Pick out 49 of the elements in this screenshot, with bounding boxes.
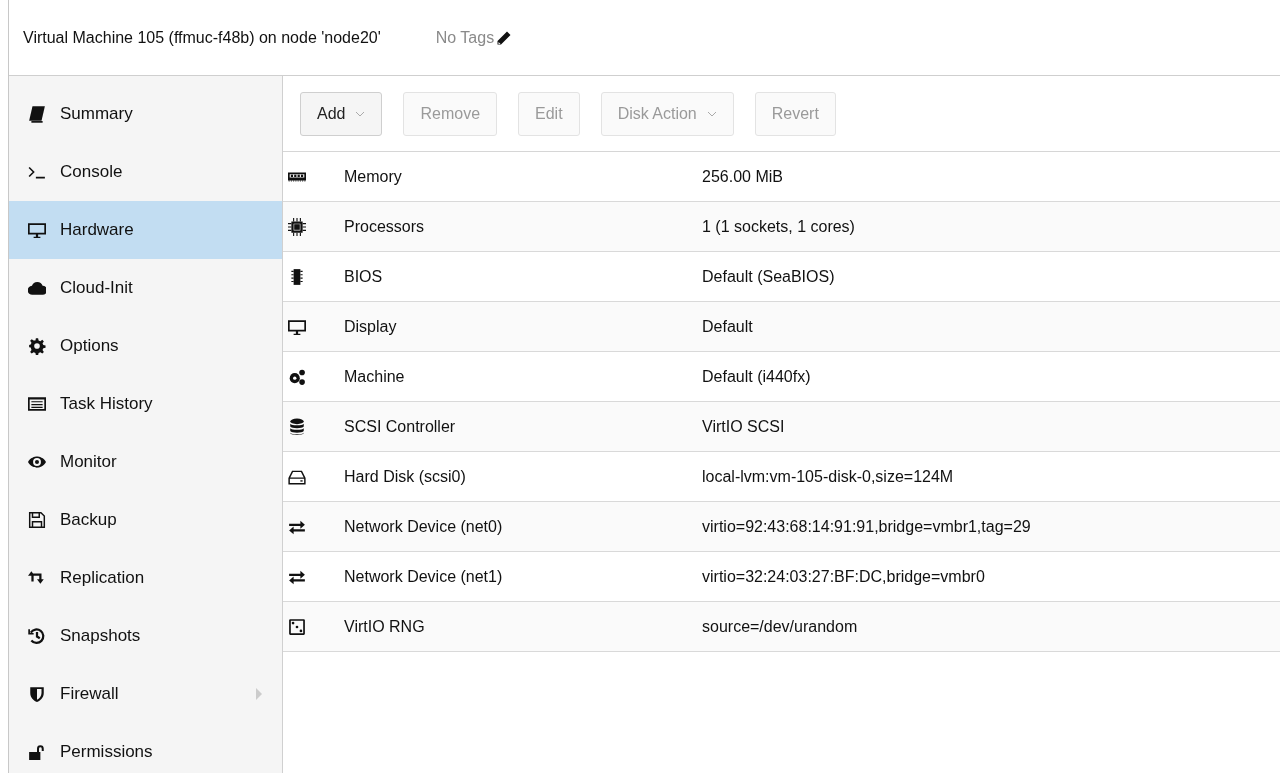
- sidebar-item[interactable]: Snapshots: [9, 607, 282, 665]
- dice-icon: [288, 617, 306, 636]
- sidebar-item[interactable]: Summary: [9, 85, 282, 143]
- table-cell-text: Network Device (net0): [344, 517, 504, 536]
- table-cell-text: Machine: [344, 367, 406, 386]
- monitor-icon: [288, 317, 306, 336]
- toolbar-button[interactable]: Add: [300, 91, 383, 136]
- tags-label: No Tags: [435, 28, 495, 47]
- table-cell-text: Hard Disk (scsi0): [344, 467, 467, 486]
- sidebar-item[interactable]: Replication: [9, 549, 282, 607]
- table-cell: 1 (1 sockets, 1 cores): [702, 217, 855, 236]
- eye-icon: [28, 453, 46, 471]
- table-cell: source=/dev/urandom: [702, 617, 858, 636]
- table-cell-text: Network Device (net1): [344, 567, 504, 586]
- sidebar-item[interactable]: Console: [9, 143, 282, 201]
- table-cell: Default (i440fx): [702, 367, 811, 386]
- monitor-icon: [28, 221, 46, 239]
- table-cell-text: SCSI Controller: [344, 417, 457, 436]
- table-cell: local-lvm:vm-105-disk-0,size=124M: [702, 467, 954, 486]
- sidebar-item[interactable]: Task History: [9, 375, 282, 433]
- cloud-icon: [28, 279, 46, 297]
- sidebar-item[interactable]: Hardware: [9, 201, 282, 259]
- table-cell: Default: [702, 317, 753, 336]
- unlock-icon: [28, 743, 46, 761]
- table-cell-text: BIOS: [344, 267, 384, 286]
- history-icon: [28, 627, 46, 645]
- cpu-chip-icon: [288, 217, 306, 236]
- sidebar-item[interactable]: Backup: [9, 491, 282, 549]
- sidebar-item[interactable]: Firewall: [9, 665, 282, 723]
- list-icon: [28, 395, 46, 413]
- gear-icon: [28, 337, 46, 355]
- pencil-icon[interactable]: [496, 29, 513, 46]
- shield-icon: [28, 685, 46, 703]
- table-cell: virtio=32:24:03:27:BF:DC,bridge=vmbr0: [702, 567, 985, 586]
- table-cell-text: Processors: [344, 217, 426, 236]
- vm-title: Virtual Machine 105 (ffmuc-f48b) on node 'node20': [23, 28, 381, 47]
- table-cell-text: Display: [344, 317, 398, 336]
- database-icon: [288, 417, 306, 436]
- sidebar-item[interactable]: Monitor: [9, 433, 282, 491]
- table-cell-text: VirtIO RNG: [344, 617, 426, 636]
- sidebar-item[interactable]: Cloud-Init: [9, 259, 282, 317]
- sidebar-item[interactable]: Options: [9, 317, 282, 375]
- table-cell: 256.00 MiB: [702, 167, 783, 186]
- table-cell: VirtIO SCSI: [702, 417, 785, 436]
- chip-icon: [288, 267, 306, 286]
- table-cell: Default (SeaBIOS): [702, 267, 835, 286]
- table-cell: virtio=92:43:68:14:91:91,bridge=vmbr1,tag=29: [702, 517, 1031, 536]
- table-cell-text: Memory: [344, 167, 403, 186]
- sidebar-item[interactable]: Permissions: [9, 723, 282, 773]
